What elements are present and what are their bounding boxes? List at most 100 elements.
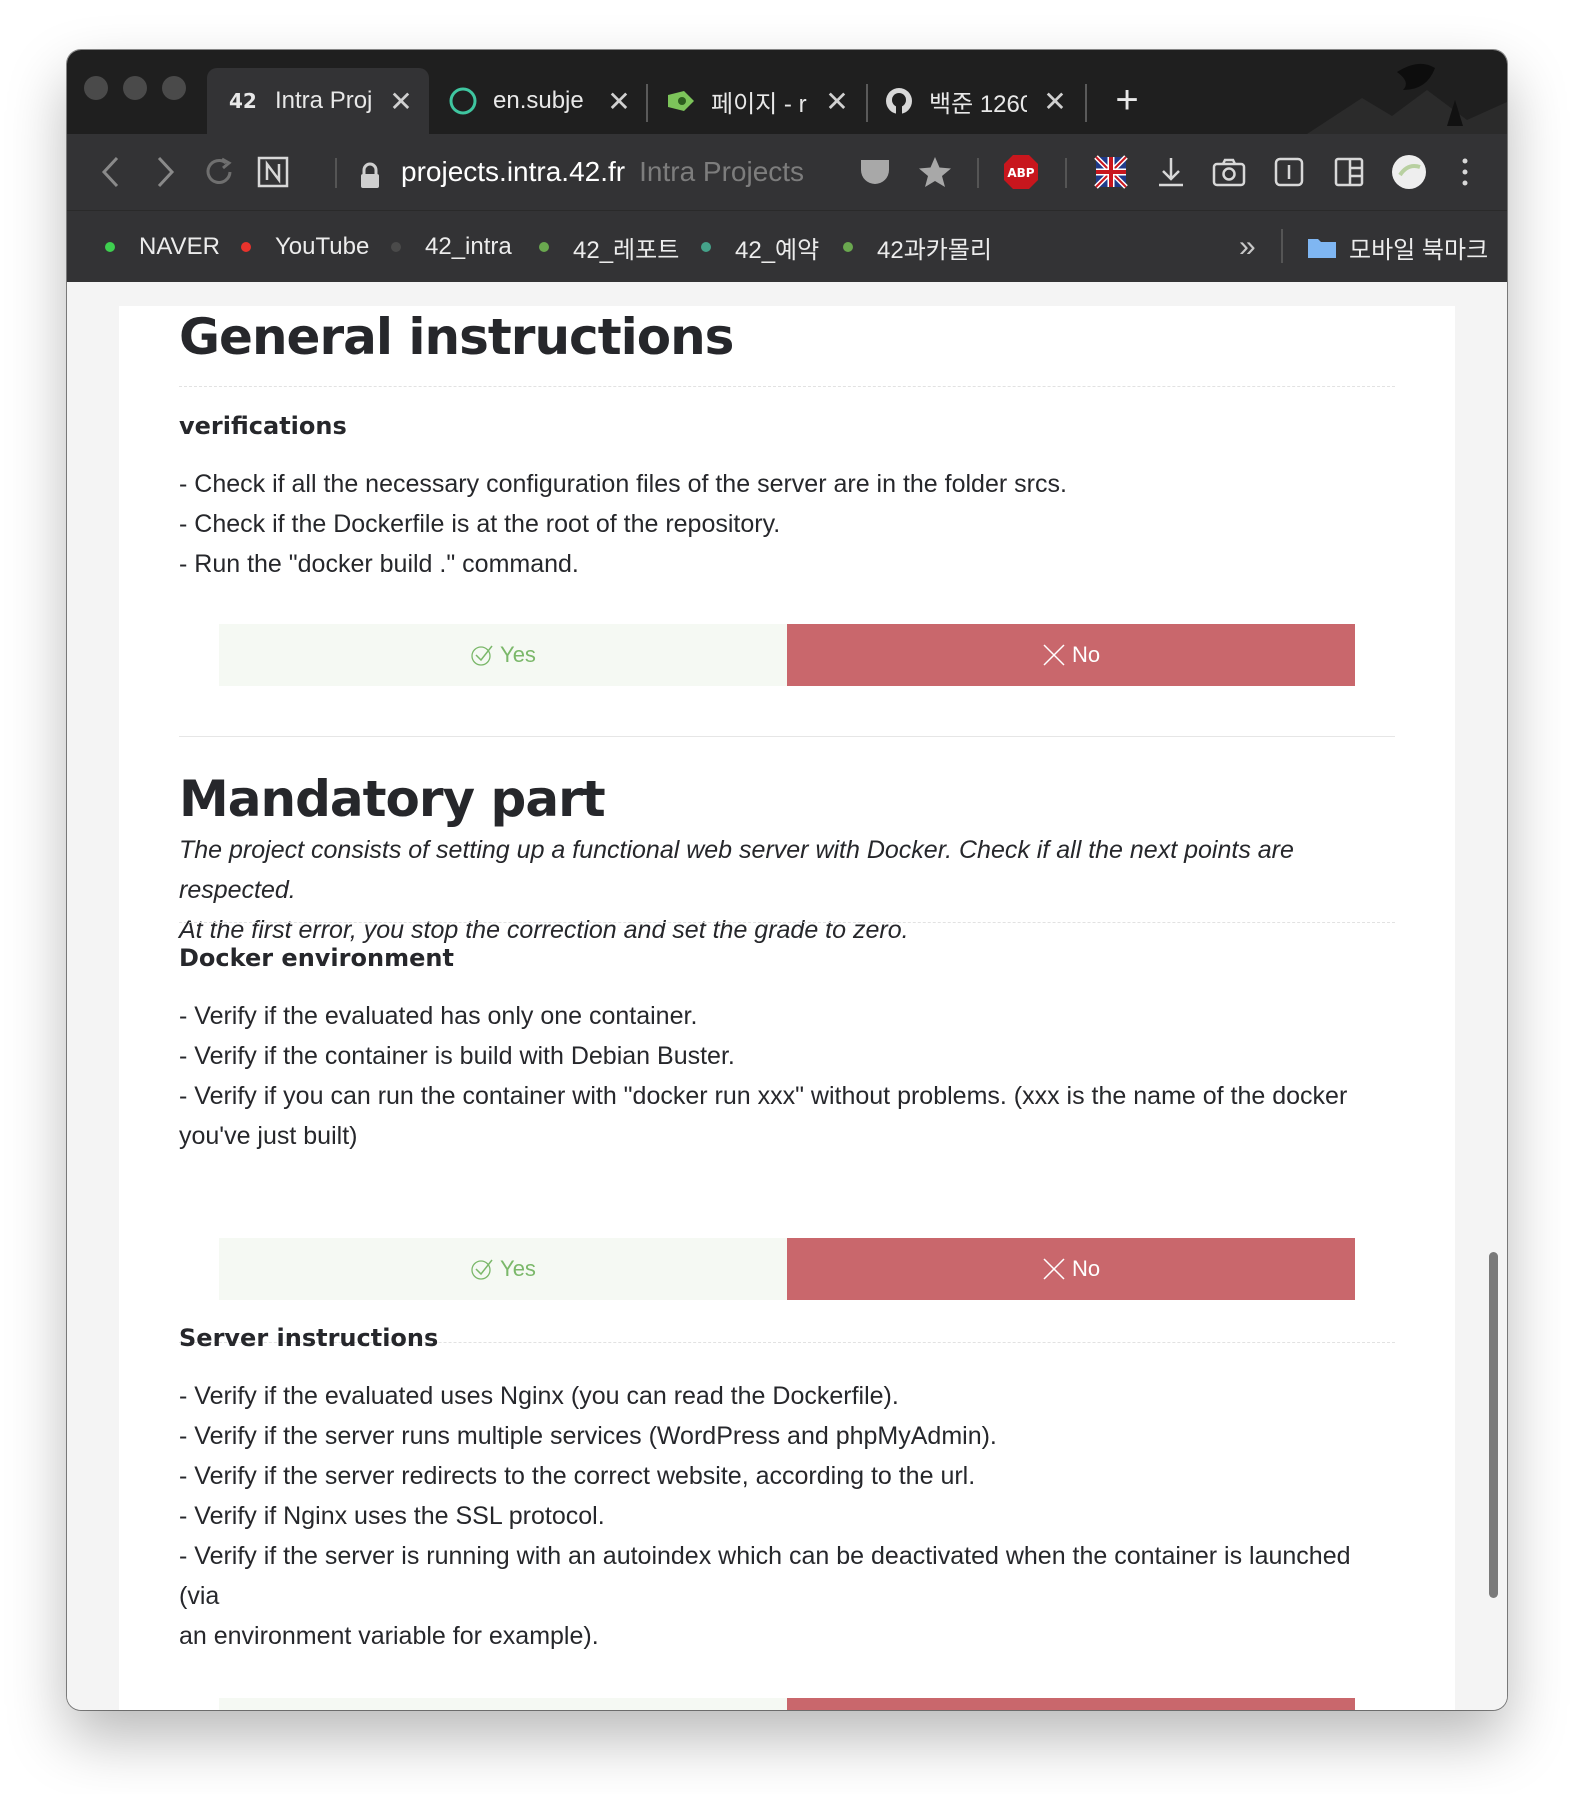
no-button[interactable] [787, 1698, 1355, 1710]
no-label: No [1071, 642, 1101, 667]
yes-label: Yes [500, 642, 536, 667]
bookmark-label: 42_레포트 [573, 236, 680, 264]
instruction-line: - Verify if the evaluated uses Nginx (yo… [179, 1382, 899, 1410]
bookmark-42-reservation[interactable]: 42_예약 [701, 231, 820, 264]
sidebar-icon[interactable] [1325, 148, 1373, 196]
circle-icon [447, 85, 479, 117]
server-text: - Verify if the evaluated uses Nginx (yo… [179, 1376, 1395, 1656]
minimize-window-button[interactable] [123, 76, 147, 100]
lock-icon[interactable] [359, 162, 381, 190]
tab-subject-pdf[interactable]: en.subje ✕ [447, 68, 647, 134]
toolbar-separator [977, 158, 979, 188]
tab-close-icon[interactable]: ✕ [605, 85, 633, 118]
address-host: projects.intra.42.fr [401, 156, 626, 187]
folder-icon [1307, 235, 1337, 259]
bookmarks-overflow-button[interactable]: » [1239, 230, 1256, 263]
bookmark-dot-icon [391, 242, 401, 252]
tab-title: 백준 1260 [929, 90, 1027, 118]
evaluation-card: General instructions verifications - Che… [119, 306, 1455, 1710]
browser-window: 42 Intra Proj ✕ en.subje ✕ 페이지 - r ✕ 백준 [67, 50, 1507, 1710]
yes-button[interactable]: Yes [219, 1238, 787, 1300]
instruction-line: an environment variable for example). [179, 1622, 599, 1650]
menu-kebab-icon[interactable] [1441, 148, 1489, 196]
no-button[interactable]: No [787, 1238, 1355, 1300]
bookmark-dot-icon [105, 242, 115, 252]
subsection-title-verifications: verifications [179, 412, 347, 440]
bookmark-label: 모바일 북마크 [1349, 236, 1489, 264]
bookmarks-bar: NAVER YouTube 42_intra 42_레포트 42_예약 42과카… [67, 210, 1507, 283]
instruction-line: - Check if all the necessary configurati… [179, 470, 1067, 498]
tab-baekjoon[interactable]: 백준 1260 ✕ [883, 68, 1083, 134]
bookmark-dot-icon [701, 242, 711, 252]
instruction-line: - Verify if the evaluated has only one c… [179, 1002, 698, 1030]
mobile-bookmarks-folder[interactable]: 모바일 북마크 [1307, 231, 1489, 264]
bookmark-42-report[interactable]: 42_레포트 [539, 231, 680, 264]
tab-title: 페이지 - r [711, 90, 807, 118]
bookmark-label: 42_예약 [735, 236, 820, 264]
github-icon [883, 85, 915, 117]
bookmark-star-icon[interactable] [911, 148, 959, 196]
tab-page-r[interactable]: 페이지 - r ✕ [665, 68, 865, 134]
bookmark-dot-icon [241, 242, 251, 252]
42-logo-icon: 42 [229, 85, 261, 117]
section-title-mandatory: Mandatory part [179, 770, 606, 828]
instruction-line: - Verify if the server redirects to the … [179, 1462, 976, 1490]
check-icon [470, 643, 494, 667]
bookmark-label: NAVER [139, 233, 220, 260]
translate-flag-icon[interactable] [1087, 148, 1135, 196]
docker-text: - Verify if the evaluated has only one c… [179, 996, 1395, 1156]
tab-close-icon[interactable]: ✕ [823, 85, 851, 118]
bookmark-label: YouTube [275, 233, 370, 260]
bookmark-naver[interactable]: NAVER [105, 231, 220, 263]
svg-text:42: 42 [229, 90, 257, 112]
yes-button[interactable]: Yes [219, 624, 787, 686]
bookmarks-separator [1281, 229, 1283, 263]
subsection-title-server: Server instructions [179, 1324, 439, 1352]
reader-icon[interactable] [1265, 148, 1313, 196]
notion-extension-icon[interactable] [249, 148, 297, 196]
no-button[interactable]: No [787, 624, 1355, 686]
address-bar[interactable]: projects.intra.42.fr Intra Projects [401, 150, 804, 194]
page-scrollbar[interactable] [1489, 1252, 1498, 1598]
toolbar-separator [335, 158, 337, 188]
yes-no-buttons [219, 1698, 1355, 1710]
back-icon[interactable] [87, 148, 135, 196]
instruction-line: - Verify if the server runs multiple ser… [179, 1422, 997, 1450]
tab-intra-projects[interactable]: 42 Intra Proj ✕ [207, 68, 429, 134]
instruction-line: - Verify if Nginx uses the SSL protocol. [179, 1502, 605, 1530]
mandatory-intro: The project consists of setting up a fun… [179, 830, 1395, 950]
instruction-line: - Check if the Dockerfile is at the root… [179, 510, 781, 538]
camera-icon[interactable] [1205, 148, 1253, 196]
yes-button[interactable] [219, 1698, 787, 1710]
forward-icon[interactable] [141, 148, 189, 196]
download-icon[interactable] [1147, 148, 1195, 196]
divider [179, 922, 1395, 923]
zoom-window-button[interactable] [162, 76, 186, 100]
theme-bird-mountains-icon [1307, 50, 1507, 134]
tab-close-icon[interactable]: ✕ [387, 85, 415, 118]
section-divider [179, 736, 1395, 737]
address-page-title: Intra Projects [639, 156, 805, 187]
bookmark-42-guacamole[interactable]: 42과카몰리 [843, 231, 992, 264]
profile-avatar[interactable] [1385, 148, 1433, 196]
instruction-line: you've just built) [179, 1122, 358, 1150]
instruction-line: - Verify if the server is running with a… [179, 1542, 1351, 1610]
tab-close-icon[interactable]: ✕ [1041, 85, 1069, 118]
reload-icon[interactable] [195, 148, 243, 196]
tab-title: en.subje [493, 87, 584, 114]
page-viewport: General instructions verifications - Che… [67, 282, 1507, 1710]
new-tab-button[interactable]: + [1103, 76, 1151, 124]
tab-title: Intra Proj [275, 87, 373, 114]
abp-label: ABP [1007, 166, 1034, 180]
yes-no-buttons: Yes No [219, 624, 1355, 686]
pocket-icon[interactable] [851, 148, 899, 196]
bookmark-label: 42_intra [425, 233, 512, 260]
tag-icon [665, 85, 697, 117]
bookmark-youtube[interactable]: YouTube [241, 231, 369, 263]
toolbar: projects.intra.42.fr Intra Projects ABP [67, 134, 1507, 210]
yes-label: Yes [500, 1256, 536, 1281]
close-window-button[interactable] [84, 76, 108, 100]
instruction-line: - Run the "docker build ." command. [179, 550, 579, 578]
bookmark-42-intra[interactable]: 42_intra [391, 231, 512, 263]
adblock-plus-icon[interactable]: ABP [997, 148, 1045, 196]
